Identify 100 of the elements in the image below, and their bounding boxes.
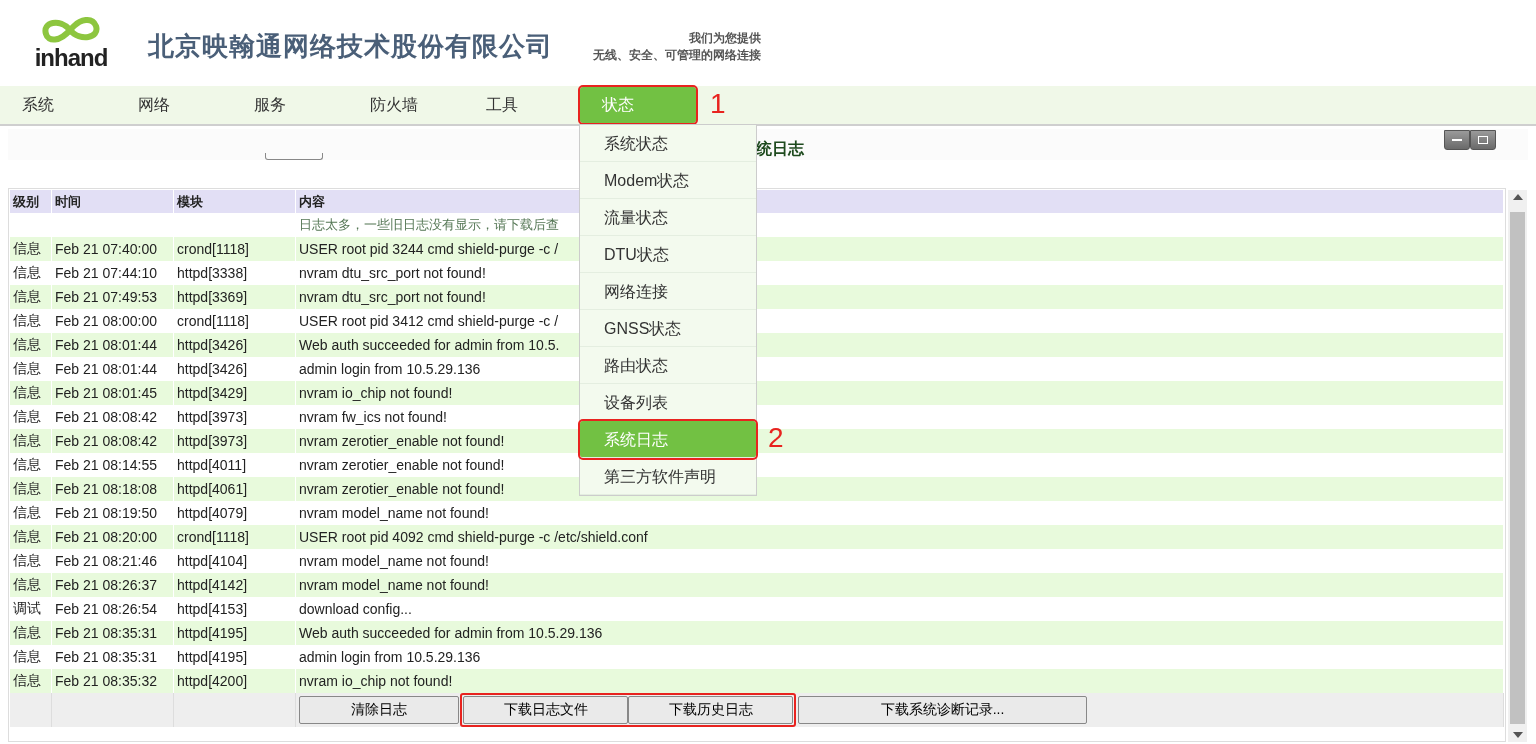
nav-menu-item[interactable]: 服务 (232, 87, 348, 123)
table-cell: 信息 (10, 429, 52, 453)
dropdown-item[interactable]: 流量状态 (580, 199, 756, 236)
table-cell: httpd[3973] (173, 429, 296, 453)
maximize-button[interactable] (1470, 130, 1496, 150)
table-cell: 信息 (10, 405, 52, 429)
table-cell: nvram model_name not found! (295, 501, 1504, 525)
table-cell: httpd[4104] (173, 549, 296, 573)
table-cell: httpd[3973] (173, 405, 296, 429)
table-cell: nvram model_name not found! (295, 549, 1504, 573)
nav-menu-item[interactable]: 防火墙 (348, 87, 464, 123)
table-cell: Feb 21 08:18:08 (51, 477, 174, 501)
table-cell: Feb 21 08:08:42 (51, 429, 174, 453)
dropdown-item[interactable]: GNSS状态 (580, 310, 756, 347)
action-button[interactable]: 下载日志文件 (463, 696, 628, 724)
table-cell: httpd[4195] (173, 645, 296, 669)
table-cell: 调试 (10, 597, 52, 621)
annotation-number: 1 (710, 90, 726, 118)
company-name: 北京映翰通网络技术股份有限公司 (148, 29, 553, 63)
nav-menu-item[interactable]: 工具 (464, 87, 580, 123)
table-cell: 信息 (10, 669, 52, 693)
table-cell: Feb 21 08:26:54 (51, 597, 174, 621)
logo-text: inhand (34, 46, 108, 70)
table-cell: 信息 (10, 453, 52, 477)
table-cell: crond[1118] (173, 237, 296, 261)
table-cell: 信息 (10, 525, 52, 549)
table-cell: Feb 21 08:14:55 (51, 453, 174, 477)
column-header: 模块 (173, 190, 296, 213)
table-cell: httpd[4195] (173, 621, 296, 645)
table-cell: httpd[4079] (173, 501, 296, 525)
scroll-up-icon[interactable] (1512, 194, 1523, 200)
table-cell: httpd[4153] (173, 597, 296, 621)
table-cell: 信息 (10, 357, 52, 381)
logo-icon (40, 16, 102, 46)
table-cell: httpd[3338] (173, 261, 296, 285)
table-cell: admin login from 10.5.29.136 (295, 645, 1504, 669)
nav-menu-item[interactable]: 系统 (0, 87, 116, 123)
dropdown-item[interactable]: 网络连接 (580, 273, 756, 310)
table-cell: 信息 (10, 621, 52, 645)
minimize-button[interactable] (1444, 130, 1470, 150)
table-cell: 信息 (10, 333, 52, 357)
action-button[interactable]: 清除日志 (299, 696, 459, 724)
dropdown-item[interactable]: 路由状态 (580, 347, 756, 384)
table-cell: Feb 21 08:08:42 (51, 405, 174, 429)
action-button[interactable]: 下载历史日志 (628, 696, 793, 724)
table-cell: Feb 21 08:20:00 (51, 525, 174, 549)
table-cell: httpd[3426] (173, 357, 296, 381)
table-cell: Feb 21 07:40:00 (51, 237, 174, 261)
table-cell: Feb 21 07:44:10 (51, 261, 174, 285)
panel-title: 统日志 (756, 139, 804, 159)
slogan-text: 我们为您提供 (689, 30, 761, 47)
table-cell: 信息 (10, 261, 52, 285)
dropdown-item[interactable]: Modem状态 (580, 162, 756, 199)
table-cell: Web auth succeeded for admin from 10.5.29.136 (295, 621, 1504, 645)
table-cell: Feb 21 08:00:00 (51, 309, 174, 333)
table-cell: Feb 21 08:19:50 (51, 501, 174, 525)
slogan-text: 无线、安全、可管理的网络连接 (593, 47, 761, 64)
table-cell: 信息 (10, 645, 52, 669)
table-cell: nvram io_chip not found! (295, 669, 1504, 693)
table-cell: httpd[4200] (173, 669, 296, 693)
dropdown-item[interactable]: DTU状态 (580, 236, 756, 273)
table-cell: Feb 21 08:35:31 (51, 645, 174, 669)
column-header: 级别 (10, 190, 52, 213)
table-cell: 信息 (10, 573, 52, 597)
nav-menu-item[interactable]: 网络 (116, 87, 232, 123)
table-cell: httpd[4011] (173, 453, 296, 477)
table-cell: httpd[3429] (173, 381, 296, 405)
table-cell: download config... (295, 597, 1504, 621)
table-cell: Feb 21 08:01:44 (51, 333, 174, 357)
table-cell: httpd[3426] (173, 333, 296, 357)
table-cell: Feb 21 08:35:32 (51, 669, 174, 693)
table-cell: Feb 21 08:35:31 (51, 621, 174, 645)
scroll-down-icon[interactable] (1512, 732, 1523, 738)
dropdown-item[interactable]: 系统状态 (580, 125, 756, 162)
table-cell: Feb 21 08:01:45 (51, 381, 174, 405)
maximize-icon (1478, 136, 1488, 144)
dropdown-item[interactable]: 第三方软件声明 (580, 458, 756, 495)
table-cell: Feb 21 08:21:46 (51, 549, 174, 573)
column-header: 时间 (51, 190, 174, 213)
table-cell: 信息 (10, 477, 52, 501)
table-cell: nvram model_name not found! (295, 573, 1504, 597)
table-cell: USER root pid 4092 cmd shield-purge -c /etc/shield.conf (295, 525, 1504, 549)
table-cell: 信息 (10, 549, 52, 573)
table-cell: 信息 (10, 501, 52, 525)
table-cell: httpd[3369] (173, 285, 296, 309)
minimize-icon (1452, 138, 1462, 142)
table-cell: crond[1118] (173, 525, 296, 549)
table-cell: Feb 21 08:01:44 (51, 357, 174, 381)
table-cell: httpd[4061] (173, 477, 296, 501)
table-cell: 信息 (10, 237, 52, 261)
scrollbar[interactable] (1508, 190, 1527, 742)
table-cell: 信息 (10, 381, 52, 405)
action-button[interactable]: 下载系统诊断记录... (798, 696, 1087, 724)
table-cell: 信息 (10, 285, 52, 309)
tab-edge (265, 153, 323, 160)
table-cell: httpd[4142] (173, 573, 296, 597)
table-cell: crond[1118] (173, 309, 296, 333)
table-cell: 信息 (10, 309, 52, 333)
table-cell: Feb 21 08:26:37 (51, 573, 174, 597)
table-cell: Feb 21 07:49:53 (51, 285, 174, 309)
